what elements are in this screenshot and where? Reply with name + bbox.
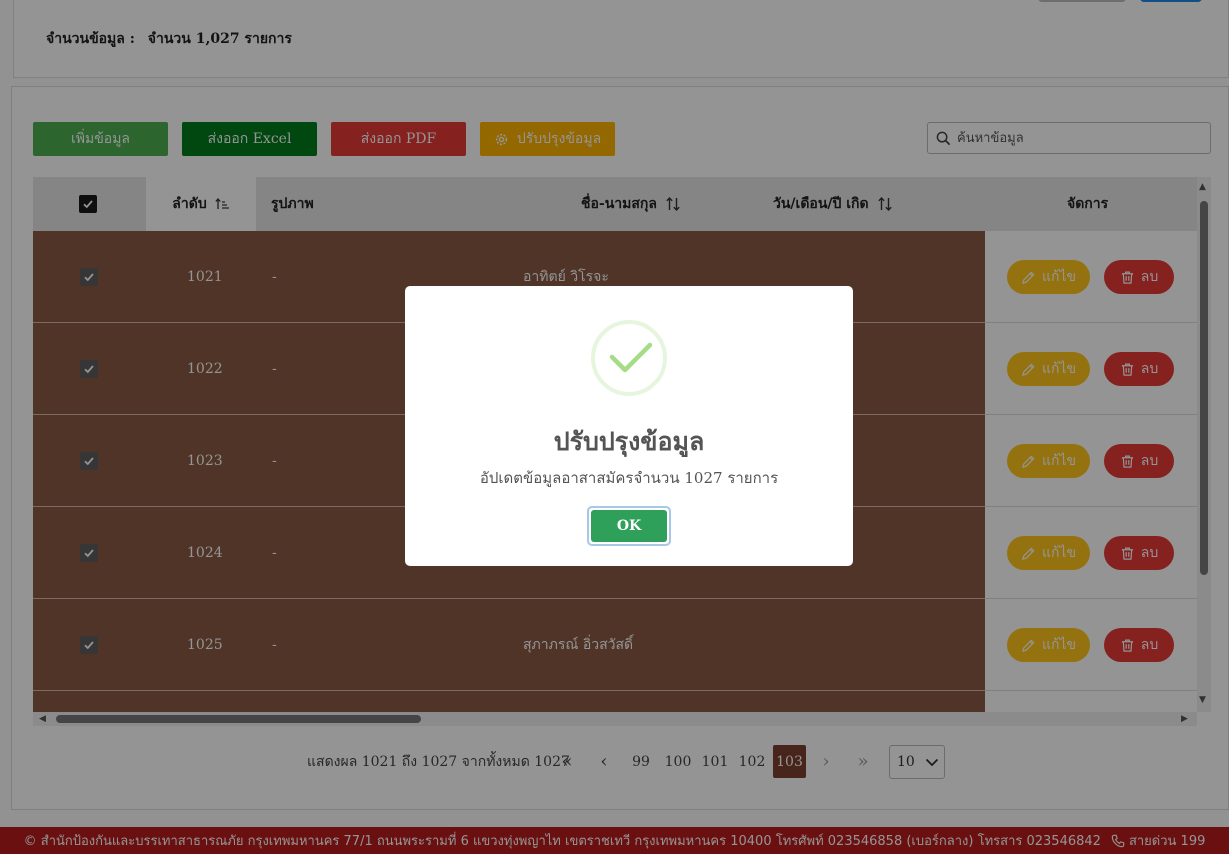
ok-button[interactable]: OK	[587, 506, 671, 546]
dialog-message: อัปเดตข้อมูลอาสาสมัครจำนวน 1027 รายการ	[479, 469, 779, 487]
success-dialog: ปรับปรุงข้อมูล อัปเดตข้อมูลอาสาสมัครจำนว…	[405, 286, 853, 566]
success-icon-ring	[591, 320, 667, 396]
ok-button-label: OK	[591, 510, 667, 542]
check-icon	[609, 342, 653, 373]
dialog-title: ปรับปรุงข้อมูล	[553, 427, 705, 456]
